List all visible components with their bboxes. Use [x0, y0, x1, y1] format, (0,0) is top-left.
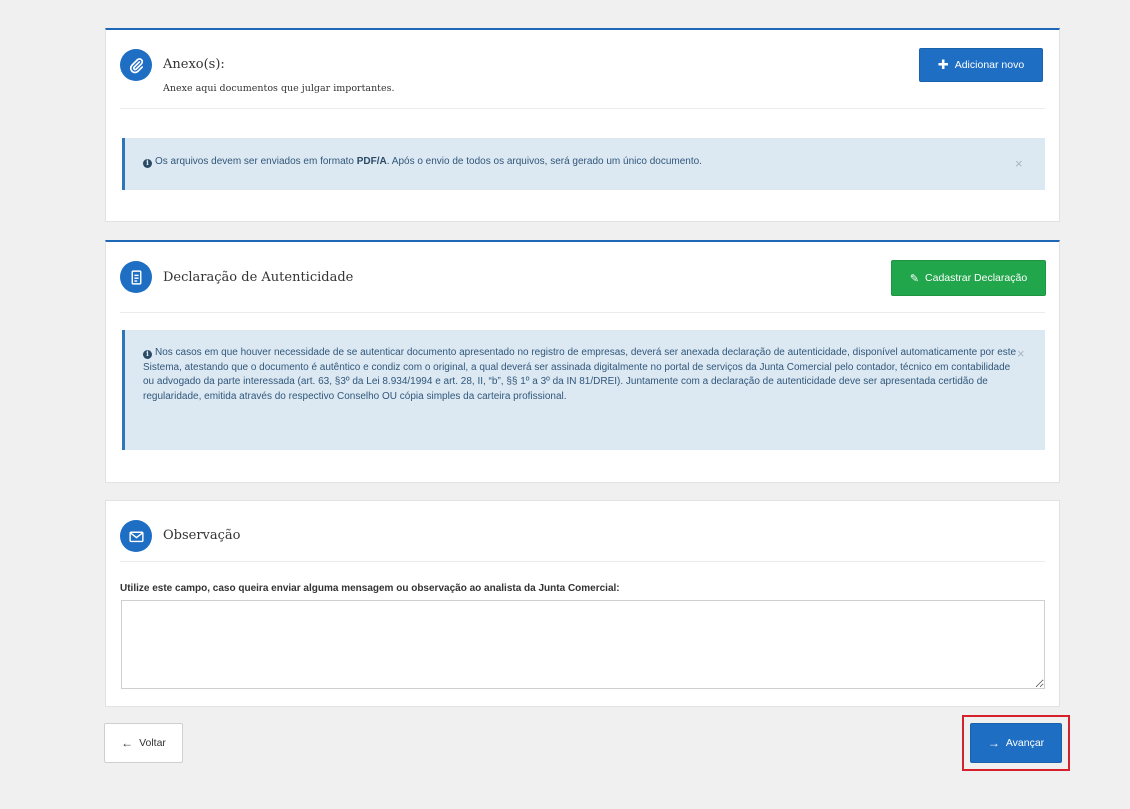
pdfa-info-alert: i Os arquivos devem ser enviados em forma…	[122, 138, 1045, 190]
close-icon[interactable]: ×	[1015, 157, 1023, 170]
document-icon	[120, 261, 152, 293]
add-new-label: Adicionar novo	[954, 59, 1025, 71]
divider	[120, 108, 1045, 109]
authenticity-alert-text: Nos casos em que houver necessidade de s…	[143, 347, 1017, 402]
pdfa-alert-text-before: Os arquivos devem ser enviados em format…	[155, 156, 357, 167]
divider	[120, 561, 1045, 562]
envelope-icon	[120, 520, 152, 552]
close-icon[interactable]: ×	[1017, 347, 1025, 360]
pdfa-alert-format: PDF/A	[356, 156, 387, 167]
next-button[interactable]: → Avançar	[970, 723, 1062, 763]
observacao-title: Observação	[163, 528, 241, 543]
register-declaration-button[interactable]: ✎ Cadastrar Declaração	[891, 260, 1046, 296]
divider	[120, 312, 1045, 313]
info-icon: i	[143, 158, 152, 168]
observation-textarea[interactable]	[121, 600, 1045, 689]
paperclip-icon	[120, 49, 152, 81]
observation-field-label: Utilize este campo, caso queira enviar a…	[120, 583, 620, 594]
plus-icon: ✚	[937, 57, 949, 72]
observacao-panel: Observação Utilize este campo, caso quei…	[105, 500, 1060, 707]
authenticity-info-alert: i Nos casos em que houver necessidade de …	[122, 330, 1045, 450]
back-button[interactable]: ← Voltar	[104, 723, 183, 763]
anexos-panel: Anexo(s): Anexe aqui documentos que julg…	[105, 28, 1060, 222]
arrow-right-icon: →	[987, 736, 1000, 750]
back-label: Voltar	[139, 737, 166, 749]
next-label: Avançar	[1005, 737, 1045, 749]
add-new-button[interactable]: ✚ Adicionar novo	[919, 48, 1043, 82]
pdfa-alert-text-after: . Após o envio de todos os arquivos, ser…	[386, 156, 702, 167]
register-declaration-label: Cadastrar Declaração	[925, 272, 1028, 284]
anexos-subtitle: Anexe aqui documentos que julgar importa…	[163, 83, 395, 94]
info-icon: i	[143, 349, 152, 359]
arrow-left-icon: ←	[121, 736, 134, 750]
anexos-title: Anexo(s):	[163, 57, 225, 72]
edit-icon: ✎	[909, 272, 920, 285]
declaracao-title: Declaração de Autenticidade	[163, 270, 354, 285]
declaracao-panel: Declaração de Autenticidade ✎ Cadastrar …	[105, 240, 1060, 483]
